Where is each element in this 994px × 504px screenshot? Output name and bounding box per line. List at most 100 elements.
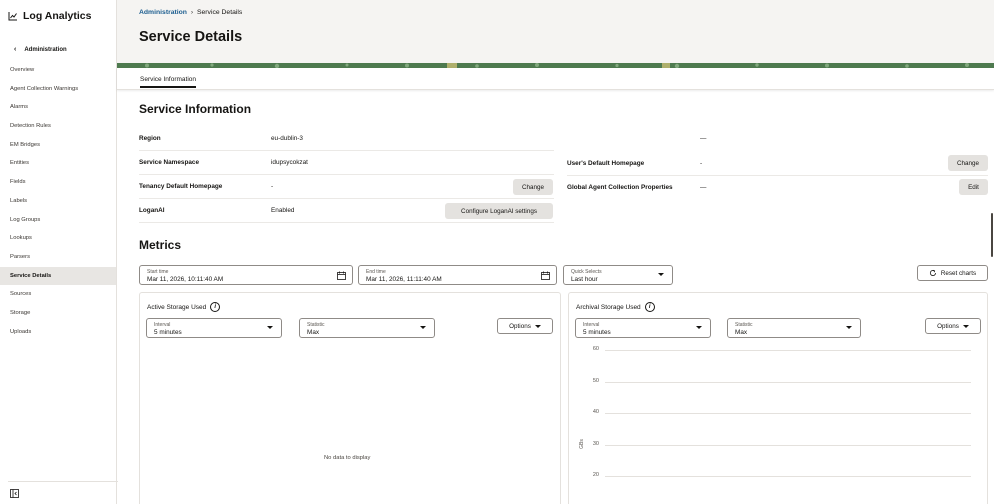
sidebar-item-entities[interactable]: Entities bbox=[0, 154, 116, 173]
info-icon[interactable]: i bbox=[210, 302, 221, 312]
sidebar-item-alarms[interactable]: Alarms bbox=[0, 98, 116, 117]
loganai-label: LoganAI bbox=[139, 207, 165, 214]
region-right-value: — bbox=[700, 135, 707, 142]
statistic-label: Statistic bbox=[307, 322, 325, 328]
active-storage-panel: Active Storage Used i Interval 5 minutes… bbox=[139, 292, 561, 504]
row-divider bbox=[139, 198, 554, 199]
tab-service-information[interactable]: Service Information bbox=[140, 76, 196, 88]
breadcrumb-administration[interactable]: Administration bbox=[139, 9, 187, 16]
main-content: Service Information Region eu-dublin-3 —… bbox=[117, 91, 994, 504]
breadcrumb-current: Service Details bbox=[196, 9, 243, 16]
options-label: Options bbox=[509, 322, 531, 330]
service-namespace-value: idupsycokzat bbox=[271, 159, 308, 166]
user-homepage-change-button[interactable]: Change bbox=[948, 155, 988, 171]
sidebar-item-em-bridges[interactable]: EM Bridges bbox=[0, 136, 116, 155]
calendar-icon[interactable] bbox=[541, 271, 550, 280]
row-divider bbox=[139, 150, 554, 151]
metrics-title: Metrics bbox=[139, 238, 182, 252]
sidebar-item-log-groups[interactable]: Log Groups bbox=[0, 211, 116, 230]
sidebar: Log Analytics ‹ Administration Overview … bbox=[0, 0, 118, 504]
y-tick-label: 20 bbox=[592, 472, 599, 478]
active-interval-dropdown[interactable]: Interval 5 minutes bbox=[146, 318, 282, 338]
back-to-administration[interactable]: ‹ Administration bbox=[14, 46, 67, 53]
app-title-text: Log Analytics bbox=[23, 10, 92, 22]
y-tick-label: 40 bbox=[592, 409, 599, 415]
reset-charts-label: Reset charts bbox=[940, 269, 977, 277]
quick-selects-dropdown[interactable]: Quick Selects Last hour bbox=[563, 265, 673, 285]
page-header: Administration › Service Details Service… bbox=[117, 0, 994, 63]
user-default-homepage-label: User's Default Homepage bbox=[567, 160, 645, 167]
reset-charts-button[interactable]: Reset charts bbox=[917, 265, 988, 281]
sidebar-item-agent-collection-warnings[interactable]: Agent Collection Warnings bbox=[0, 80, 116, 99]
service-namespace-label: Service Namespace bbox=[139, 159, 200, 166]
sidebar-nav: Overview Agent Collection Warnings Alarm… bbox=[0, 61, 116, 341]
chevron-down-icon bbox=[420, 326, 426, 329]
global-agent-collection-label: Global Agent Collection Properties bbox=[567, 184, 673, 191]
region-label: Region bbox=[139, 135, 161, 142]
sidebar-item-service-details[interactable]: Service Details bbox=[0, 266, 116, 286]
quick-selects-label: Quick Selects bbox=[571, 269, 602, 275]
statistic-value: Max bbox=[307, 329, 320, 336]
sidebar-item-parsers[interactable]: Parsers bbox=[0, 248, 116, 267]
sidebar-item-sources[interactable]: Sources bbox=[0, 285, 116, 304]
y-tick-label: 50 bbox=[592, 377, 599, 384]
tenancy-homepage-change-button[interactable]: Change bbox=[513, 179, 553, 195]
y-axis-label: GBs bbox=[578, 438, 585, 449]
y-gridline bbox=[605, 476, 971, 477]
end-time-value: Mar 11, 2026, 11:11:40 AM bbox=[366, 276, 442, 283]
breadcrumb: Administration › Service Details bbox=[139, 9, 242, 16]
page-title: Service Details bbox=[139, 29, 243, 45]
sidebar-divider bbox=[8, 481, 118, 482]
sidebar-item-overview[interactable]: Overview bbox=[0, 61, 116, 80]
tab-bar: Service Information bbox=[117, 68, 994, 90]
active-storage-title: Active Storage Used bbox=[147, 303, 207, 311]
archival-storage-panel: Archival Storage Used i Interval 5 minut… bbox=[568, 292, 988, 504]
breadcrumb-separator: › bbox=[190, 9, 193, 16]
start-time-label: Start time bbox=[147, 269, 169, 275]
chevron-left-icon: ‹ bbox=[14, 46, 17, 53]
page-scrollbar[interactable] bbox=[991, 213, 993, 257]
back-label: Administration bbox=[24, 46, 67, 53]
end-time-field[interactable]: End time Mar 11, 2026, 11:11:40 AM bbox=[358, 265, 557, 285]
user-default-homepage-value: - bbox=[700, 160, 703, 167]
start-time-field[interactable]: Start time Mar 11, 2026, 10:11:40 AM bbox=[139, 265, 353, 285]
active-options-button[interactable]: Options bbox=[497, 318, 553, 334]
start-time-value: Mar 11, 2026, 10:11:40 AM bbox=[147, 276, 224, 283]
y-gridline bbox=[605, 350, 971, 351]
no-data-message: No data to display bbox=[324, 455, 371, 461]
quick-selects-value: Last hour bbox=[571, 276, 598, 283]
collapse-sidebar-icon[interactable] bbox=[10, 489, 19, 498]
tenancy-default-homepage-value: - bbox=[271, 183, 274, 190]
archival-chart: 60 50 40 30 20 GBs bbox=[569, 293, 989, 504]
interval-value: 5 minutes bbox=[154, 329, 182, 336]
loganai-value: Enabled bbox=[271, 207, 295, 214]
sidebar-item-labels[interactable]: Labels bbox=[0, 192, 116, 211]
chevron-down-icon bbox=[658, 273, 664, 276]
region-value: eu-dublin-3 bbox=[271, 135, 303, 142]
calendar-icon[interactable] bbox=[337, 271, 346, 280]
row-divider bbox=[139, 174, 554, 175]
chevron-down-icon bbox=[267, 326, 273, 329]
configure-loganai-button[interactable]: Configure LoganAI settings bbox=[445, 203, 553, 219]
sidebar-item-detection-rules[interactable]: Detection Rules bbox=[0, 117, 116, 136]
end-time-label: End time bbox=[366, 269, 386, 275]
sidebar-item-storage[interactable]: Storage bbox=[0, 304, 116, 323]
y-tick-label: 30 bbox=[592, 440, 599, 447]
sidebar-item-uploads[interactable]: Uploads bbox=[0, 323, 116, 342]
chevron-down-icon bbox=[534, 324, 541, 328]
global-agent-collection-value: — bbox=[700, 184, 707, 191]
active-storage-title-row: Active Storage Used i bbox=[147, 302, 221, 312]
y-gridline bbox=[605, 444, 971, 446]
sidebar-item-fields[interactable]: Fields bbox=[0, 173, 116, 192]
app-title[interactable]: Log Analytics bbox=[8, 10, 91, 22]
row-divider bbox=[139, 222, 554, 223]
sidebar-item-lookups[interactable]: Lookups bbox=[0, 229, 116, 248]
global-agent-edit-button[interactable]: Edit bbox=[959, 179, 988, 195]
chart-icon bbox=[8, 12, 17, 21]
y-gridline bbox=[605, 413, 971, 414]
y-gridline bbox=[605, 381, 971, 383]
interval-label: Interval bbox=[154, 322, 171, 328]
active-statistic-dropdown[interactable]: Statistic Max bbox=[299, 318, 435, 338]
row-divider bbox=[567, 175, 988, 176]
tenancy-default-homepage-label: Tenancy Default Homepage bbox=[139, 183, 223, 190]
